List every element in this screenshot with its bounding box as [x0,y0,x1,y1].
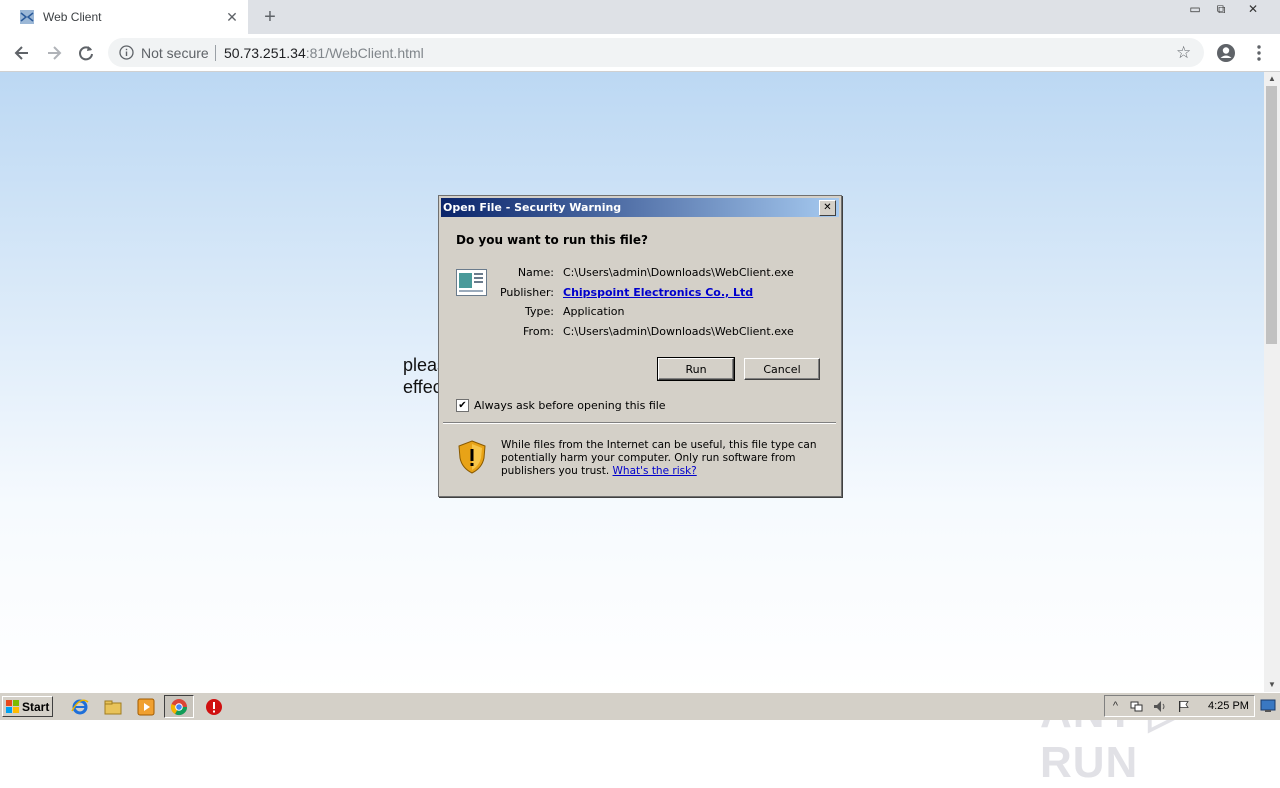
url-host: 50.73.251.34 [224,45,306,61]
publisher-label: Publisher: [499,285,554,299]
not-secure-label: Not secure [141,45,209,61]
flag-icon[interactable] [1177,700,1190,713]
always-ask-checkbox[interactable]: ✔ [456,399,469,412]
vertical-scrollbar[interactable]: ▲ ▼ [1264,72,1280,692]
dialog-question: Do you want to run this file? [456,233,648,247]
account-icon[interactable] [1215,42,1237,64]
forward-arrow-icon[interactable] [43,42,65,64]
address-bar[interactable]: Not secure 50.73.251.34:81/WebClient.htm… [108,38,1204,67]
url-path: :81/WebClient.html [305,45,424,61]
whats-the-risk-link[interactable]: What's the risk? [613,465,697,477]
tab-title: Web Client [43,10,102,24]
dialog-title: Open File - Security Warning [443,201,622,214]
publisher-link[interactable]: Chipspoint Electronics Co., Ltd [563,286,753,299]
tab-strip: Web Client ✕ + ▭ ⧉ ✕ [0,0,1280,34]
volume-icon[interactable] [1153,700,1166,713]
network-icon[interactable] [1130,700,1143,713]
menu-dots-icon[interactable] [1248,42,1270,64]
type-label: Type: [525,305,554,318]
reload-icon[interactable] [75,42,97,64]
system-tray: ^ 4:25 PM [1104,695,1255,717]
run-button[interactable]: Run [657,357,735,381]
taskbar: Start ^ 4:25 PM [0,692,1280,720]
name-label: Name: [517,266,554,279]
start-button[interactable]: Start [2,696,53,717]
url-text[interactable]: 50.73.251.34:81/WebClient.html [224,45,424,61]
info-icon[interactable] [119,45,134,60]
scroll-down-arrow-icon[interactable]: ▼ [1264,678,1280,692]
close-window-button[interactable]: ✕ [1240,0,1266,20]
internet-explorer-icon[interactable] [71,698,89,716]
browser-toolbar: Not secure 50.73.251.34:81/WebClient.htm… [0,34,1280,72]
chrome-taskbar-button[interactable] [164,695,194,718]
type-value: Application [563,305,625,318]
dialog-titlebar[interactable]: Open File - Security Warning ✕ [441,198,839,217]
windows-logo-icon [6,700,19,713]
tab-close-icon[interactable]: ✕ [224,9,240,25]
scroll-up-arrow-icon[interactable]: ▲ [1264,72,1280,86]
minimize-button[interactable]: ▭ [1182,0,1208,20]
taskbar-clock[interactable]: 4:25 PM [1208,700,1249,712]
chrome-icon [170,699,188,716]
scroll-thumb[interactable] [1266,86,1277,344]
omnibox-separator [215,45,216,61]
cancel-button[interactable]: Cancel [744,358,820,380]
always-ask-label[interactable]: Always ask before opening this file [474,399,666,412]
stop-icon[interactable] [205,698,223,716]
tray-expand-icon[interactable]: ^ [1109,700,1122,713]
show-desktop-icon[interactable] [1260,698,1276,714]
dialog-divider [443,422,836,424]
from-value: C:\Users\admin\Downloads\WebClient.exe [563,324,794,338]
star-icon[interactable]: ☆ [1176,43,1191,63]
from-label: From: [523,324,554,338]
name-value: C:\Users\admin\Downloads\WebClient.exe [563,266,794,279]
start-label: Start [22,700,50,714]
application-file-icon [456,269,487,296]
explorer-folder-icon[interactable] [104,698,122,716]
security-warning-dialog: Open File - Security Warning ✕ Do you wa… [438,195,842,497]
warning-text: While files from the Internet can be use… [501,439,821,478]
back-arrow-icon[interactable] [11,42,33,64]
new-tab-button[interactable]: + [259,6,281,28]
globe-favicon-icon [20,10,34,24]
dialog-close-icon[interactable]: ✕ [819,200,836,216]
warning-shield-icon [458,440,486,474]
media-player-icon[interactable] [137,698,155,716]
browser-tab[interactable]: Web Client ✕ [0,0,248,34]
restore-button[interactable]: ⧉ [1208,0,1234,20]
